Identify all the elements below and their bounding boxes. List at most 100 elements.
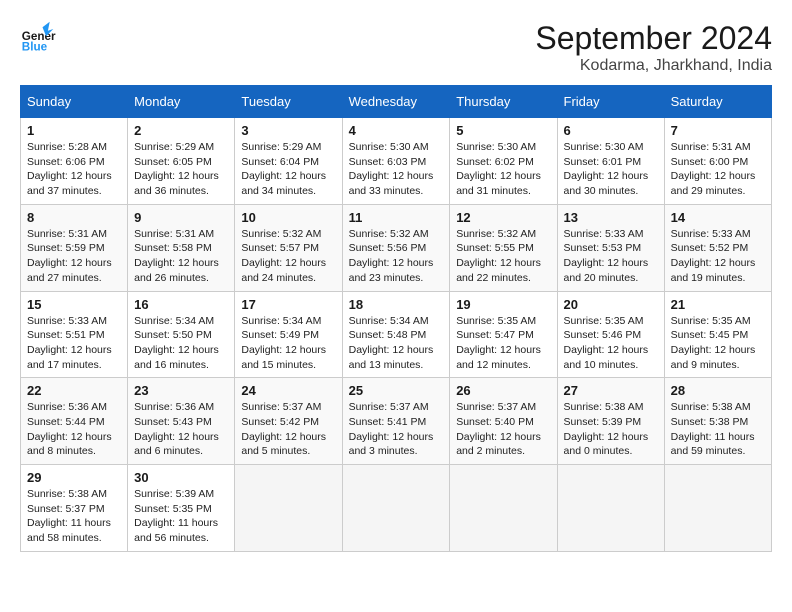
day-info: Sunrise: 5:31 AM Sunset: 5:59 PM Dayligh…: [27, 227, 121, 286]
day-info: Sunrise: 5:38 AM Sunset: 5:37 PM Dayligh…: [27, 487, 121, 546]
day-cell-2: 2 Sunrise: 5:29 AM Sunset: 6:05 PM Dayli…: [128, 118, 235, 205]
weekday-header-row: Sunday Monday Tuesday Wednesday Thursday…: [21, 86, 772, 118]
day-number: 8: [27, 210, 121, 225]
day-info: Sunrise: 5:33 AM Sunset: 5:51 PM Dayligh…: [27, 314, 121, 373]
day-info: Sunrise: 5:32 AM Sunset: 5:57 PM Dayligh…: [241, 227, 335, 286]
day-number: 3: [241, 123, 335, 138]
day-number: 9: [134, 210, 228, 225]
day-info: Sunrise: 5:30 AM Sunset: 6:02 PM Dayligh…: [456, 140, 550, 199]
day-cell-30: 30 Sunrise: 5:39 AM Sunset: 5:35 PM Dayl…: [128, 465, 235, 552]
title-block: September 2024 Kodarma, Jharkhand, India: [535, 20, 772, 75]
calendar-week-4: 22 Sunrise: 5:36 AM Sunset: 5:44 PM Dayl…: [21, 378, 772, 465]
day-number: 26: [456, 383, 550, 398]
calendar-week-2: 8 Sunrise: 5:31 AM Sunset: 5:59 PM Dayli…: [21, 204, 772, 291]
page-header: General Blue September 2024 Kodarma, Jha…: [20, 20, 772, 75]
day-info: Sunrise: 5:29 AM Sunset: 6:04 PM Dayligh…: [241, 140, 335, 199]
empty-cell: [450, 465, 557, 552]
day-info: Sunrise: 5:31 AM Sunset: 5:58 PM Dayligh…: [134, 227, 228, 286]
day-number: 23: [134, 383, 228, 398]
day-cell-24: 24 Sunrise: 5:37 AM Sunset: 5:42 PM Dayl…: [235, 378, 342, 465]
day-cell-4: 4 Sunrise: 5:30 AM Sunset: 6:03 PM Dayli…: [342, 118, 450, 205]
day-info: Sunrise: 5:37 AM Sunset: 5:42 PM Dayligh…: [241, 400, 335, 459]
day-number: 16: [134, 297, 228, 312]
day-number: 1: [27, 123, 121, 138]
day-info: Sunrise: 5:38 AM Sunset: 5:38 PM Dayligh…: [671, 400, 765, 459]
header-friday: Friday: [557, 86, 664, 118]
day-number: 19: [456, 297, 550, 312]
day-info: Sunrise: 5:29 AM Sunset: 6:05 PM Dayligh…: [134, 140, 228, 199]
day-number: 7: [671, 123, 765, 138]
day-number: 27: [564, 383, 658, 398]
day-number: 28: [671, 383, 765, 398]
day-info: Sunrise: 5:36 AM Sunset: 5:43 PM Dayligh…: [134, 400, 228, 459]
day-cell-6: 6 Sunrise: 5:30 AM Sunset: 6:01 PM Dayli…: [557, 118, 664, 205]
day-number: 5: [456, 123, 550, 138]
day-number: 11: [349, 210, 444, 225]
day-cell-23: 23 Sunrise: 5:36 AM Sunset: 5:43 PM Dayl…: [128, 378, 235, 465]
day-cell-1: 1 Sunrise: 5:28 AM Sunset: 6:06 PM Dayli…: [21, 118, 128, 205]
day-cell-26: 26 Sunrise: 5:37 AM Sunset: 5:40 PM Dayl…: [450, 378, 557, 465]
day-info: Sunrise: 5:32 AM Sunset: 5:56 PM Dayligh…: [349, 227, 444, 286]
logo: General Blue: [20, 20, 56, 56]
day-cell-21: 21 Sunrise: 5:35 AM Sunset: 5:45 PM Dayl…: [664, 291, 771, 378]
logo-icon: General Blue: [20, 20, 56, 56]
day-number: 30: [134, 470, 228, 485]
day-info: Sunrise: 5:35 AM Sunset: 5:47 PM Dayligh…: [456, 314, 550, 373]
svg-text:Blue: Blue: [22, 41, 48, 54]
day-number: 21: [671, 297, 765, 312]
day-cell-10: 10 Sunrise: 5:32 AM Sunset: 5:57 PM Dayl…: [235, 204, 342, 291]
day-number: 13: [564, 210, 658, 225]
calendar-week-1: 1 Sunrise: 5:28 AM Sunset: 6:06 PM Dayli…: [21, 118, 772, 205]
header-tuesday: Tuesday: [235, 86, 342, 118]
day-number: 18: [349, 297, 444, 312]
day-info: Sunrise: 5:30 AM Sunset: 6:01 PM Dayligh…: [564, 140, 658, 199]
day-number: 12: [456, 210, 550, 225]
empty-cell: [557, 465, 664, 552]
day-info: Sunrise: 5:30 AM Sunset: 6:03 PM Dayligh…: [349, 140, 444, 199]
day-cell-15: 15 Sunrise: 5:33 AM Sunset: 5:51 PM Dayl…: [21, 291, 128, 378]
day-number: 15: [27, 297, 121, 312]
day-cell-12: 12 Sunrise: 5:32 AM Sunset: 5:55 PM Dayl…: [450, 204, 557, 291]
day-cell-11: 11 Sunrise: 5:32 AM Sunset: 5:56 PM Dayl…: [342, 204, 450, 291]
day-number: 24: [241, 383, 335, 398]
day-info: Sunrise: 5:34 AM Sunset: 5:48 PM Dayligh…: [349, 314, 444, 373]
day-cell-16: 16 Sunrise: 5:34 AM Sunset: 5:50 PM Dayl…: [128, 291, 235, 378]
day-cell-29: 29 Sunrise: 5:38 AM Sunset: 5:37 PM Dayl…: [21, 465, 128, 552]
day-info: Sunrise: 5:37 AM Sunset: 5:41 PM Dayligh…: [349, 400, 444, 459]
day-cell-8: 8 Sunrise: 5:31 AM Sunset: 5:59 PM Dayli…: [21, 204, 128, 291]
day-cell-28: 28 Sunrise: 5:38 AM Sunset: 5:38 PM Dayl…: [664, 378, 771, 465]
day-cell-22: 22 Sunrise: 5:36 AM Sunset: 5:44 PM Dayl…: [21, 378, 128, 465]
day-number: 17: [241, 297, 335, 312]
day-info: Sunrise: 5:31 AM Sunset: 6:00 PM Dayligh…: [671, 140, 765, 199]
day-info: Sunrise: 5:32 AM Sunset: 5:55 PM Dayligh…: [456, 227, 550, 286]
day-info: Sunrise: 5:28 AM Sunset: 6:06 PM Dayligh…: [27, 140, 121, 199]
header-sunday: Sunday: [21, 86, 128, 118]
month-title: September 2024: [535, 20, 772, 57]
day-info: Sunrise: 5:35 AM Sunset: 5:46 PM Dayligh…: [564, 314, 658, 373]
day-number: 22: [27, 383, 121, 398]
day-number: 14: [671, 210, 765, 225]
calendar-week-5: 29 Sunrise: 5:38 AM Sunset: 5:37 PM Dayl…: [21, 465, 772, 552]
location: Kodarma, Jharkhand, India: [535, 57, 772, 75]
empty-cell: [664, 465, 771, 552]
empty-cell: [235, 465, 342, 552]
day-cell-5: 5 Sunrise: 5:30 AM Sunset: 6:02 PM Dayli…: [450, 118, 557, 205]
day-cell-3: 3 Sunrise: 5:29 AM Sunset: 6:04 PM Dayli…: [235, 118, 342, 205]
day-number: 6: [564, 123, 658, 138]
empty-cell: [342, 465, 450, 552]
day-info: Sunrise: 5:38 AM Sunset: 5:39 PM Dayligh…: [564, 400, 658, 459]
day-number: 2: [134, 123, 228, 138]
day-cell-20: 20 Sunrise: 5:35 AM Sunset: 5:46 PM Dayl…: [557, 291, 664, 378]
day-info: Sunrise: 5:39 AM Sunset: 5:35 PM Dayligh…: [134, 487, 228, 546]
day-cell-19: 19 Sunrise: 5:35 AM Sunset: 5:47 PM Dayl…: [450, 291, 557, 378]
day-cell-27: 27 Sunrise: 5:38 AM Sunset: 5:39 PM Dayl…: [557, 378, 664, 465]
calendar-week-3: 15 Sunrise: 5:33 AM Sunset: 5:51 PM Dayl…: [21, 291, 772, 378]
day-info: Sunrise: 5:34 AM Sunset: 5:50 PM Dayligh…: [134, 314, 228, 373]
day-cell-13: 13 Sunrise: 5:33 AM Sunset: 5:53 PM Dayl…: [557, 204, 664, 291]
day-number: 10: [241, 210, 335, 225]
day-info: Sunrise: 5:37 AM Sunset: 5:40 PM Dayligh…: [456, 400, 550, 459]
day-cell-25: 25 Sunrise: 5:37 AM Sunset: 5:41 PM Dayl…: [342, 378, 450, 465]
day-info: Sunrise: 5:34 AM Sunset: 5:49 PM Dayligh…: [241, 314, 335, 373]
day-number: 20: [564, 297, 658, 312]
header-saturday: Saturday: [664, 86, 771, 118]
